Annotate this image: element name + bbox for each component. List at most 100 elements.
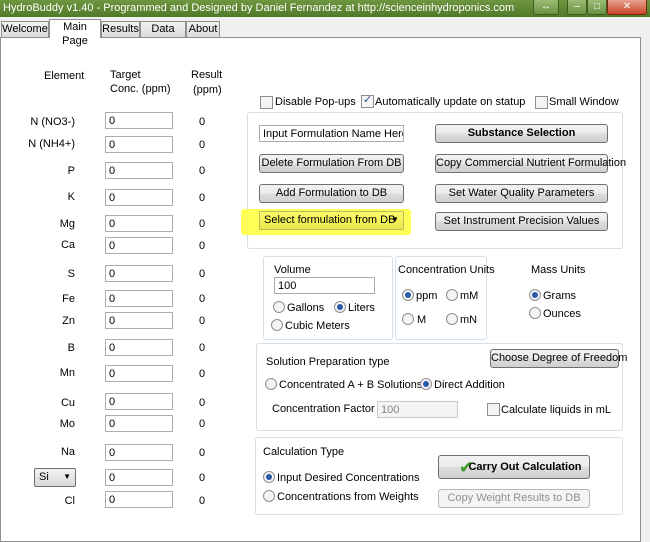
volume-input[interactable] [274, 277, 375, 294]
carry-out-calculation-label: Carry Out Calculation [468, 461, 582, 473]
direct-addition-radio[interactable] [420, 378, 432, 390]
target-input-mn[interactable] [105, 365, 173, 382]
target-input-ca[interactable] [105, 237, 173, 254]
small-window-checkbox[interactable] [535, 96, 548, 109]
result-value-mn: 0 [199, 368, 206, 380]
gallons-radio[interactable] [273, 301, 285, 313]
concentration-units-label: Concentration Units [398, 264, 495, 276]
target-input-na[interactable] [105, 444, 173, 461]
copy-weight-results-button[interactable]: Copy Weight Results to DB [438, 489, 590, 508]
target-input-s[interactable] [105, 265, 173, 282]
result-value-b: 0 [199, 342, 206, 354]
tab-welcome[interactable]: Welcome [1, 21, 49, 37]
element-label-mo: Mo [59, 418, 75, 430]
chevron-down-icon: ▼ [63, 472, 71, 481]
instrument-precision-button[interactable]: Set Instrument Precision Values [435, 212, 608, 231]
tab-strip: Welcome Main Page Results Data Log About [0, 17, 650, 49]
carry-out-calculation-button[interactable]: ✔ Carry Out Calculation [438, 455, 590, 479]
auto-update-checkbox[interactable]: ✓ [361, 94, 374, 108]
delete-formulation-button[interactable]: Delete Formulation From DB [259, 154, 404, 173]
formulation-select-value: Select formulation from DB [264, 214, 396, 226]
volume-label: Volume [274, 264, 311, 276]
auto-update-label: Automatically update on statup [375, 96, 526, 108]
radio-selected-dot [266, 474, 272, 480]
formulation-select[interactable]: Select formulation from DB ▼ [259, 211, 404, 230]
result-value-ca: 0 [199, 240, 206, 252]
checkmark-icon: ✓ [363, 94, 373, 106]
target-input-b[interactable] [105, 339, 173, 356]
element-label-k: K [67, 191, 75, 203]
water-quality-button[interactable]: Set Water Quality Parameters [435, 184, 608, 203]
target-input-n-no3[interactable] [105, 112, 173, 129]
result-value-fe: 0 [199, 293, 206, 305]
result-value-na: 0 [199, 447, 206, 459]
result-value-cu: 0 [199, 397, 206, 409]
element-label-cu: Cu [60, 397, 75, 409]
element-label-n-no3: N (NO3-) [30, 116, 75, 128]
tab-about[interactable]: About [186, 21, 220, 37]
result-value-s: 0 [199, 268, 206, 280]
mm-radio[interactable] [446, 289, 458, 301]
element-select-si[interactable]: Si ▼ [34, 468, 76, 487]
element-label-fe: Fe [62, 293, 75, 305]
concentrations-from-weights-radio[interactable] [263, 490, 275, 502]
close-button[interactable]: ✕ [607, 0, 647, 15]
target-input-mg[interactable] [105, 215, 173, 232]
result-value-mg: 0 [199, 218, 206, 230]
resize-button[interactable]: ↔ [533, 0, 559, 15]
element-label-b: B [67, 342, 75, 354]
result-value-mo: 0 [199, 418, 206, 430]
formulation-name-input[interactable] [259, 125, 404, 142]
result-value-p: 0 [199, 165, 206, 177]
target-input-zn[interactable] [105, 312, 173, 329]
element-label-s: S [67, 268, 75, 280]
concentrated-ab-radio[interactable] [265, 378, 277, 390]
element-select-value: Si [39, 471, 49, 483]
target-input-fe[interactable] [105, 290, 173, 307]
target-input-cu[interactable] [105, 393, 173, 410]
small-window-label: Small Window [549, 96, 619, 108]
tab-main-page[interactable]: Main Page [49, 19, 101, 47]
element-label-p: P [67, 165, 75, 177]
liquids-ml-checkbox[interactable] [487, 403, 500, 416]
ppm-label: ppm [416, 290, 438, 302]
liters-radio[interactable] [334, 301, 346, 313]
mn-radio[interactable] [446, 313, 458, 325]
result-value-n-nh4: 0 [199, 139, 206, 151]
ppm-radio[interactable] [402, 289, 414, 301]
molar-radio[interactable] [402, 313, 414, 325]
target-input-p[interactable] [105, 162, 173, 179]
minimize-icon: – [574, 1, 580, 12]
header-element: Element [44, 70, 85, 82]
copy-commercial-button[interactable]: Copy Commercial Nutrient Formulation [435, 154, 626, 173]
target-input-mo[interactable] [105, 415, 173, 432]
concentration-factor-input[interactable] [377, 401, 458, 418]
mn-label: mN [460, 314, 478, 326]
concentrated-ab-label: Concentrated A + B Solutions [279, 379, 423, 391]
element-label-zn: Zn [62, 315, 75, 327]
window-title: HydroBuddy v1.40 - Programmed and Design… [3, 2, 515, 14]
target-input-cl[interactable] [105, 491, 173, 508]
tab-results[interactable]: Results [101, 21, 140, 37]
target-input-k[interactable] [105, 189, 173, 206]
tab-data-log[interactable]: Data Log [140, 21, 186, 49]
substance-selection-button[interactable]: Substance Selection [435, 124, 608, 143]
disable-popups-checkbox[interactable] [260, 96, 273, 109]
element-label-mn: Mn [59, 367, 75, 379]
molar-label: M [417, 314, 427, 326]
add-formulation-button[interactable]: Add Formulation to DB [259, 184, 404, 203]
title-bar: HydroBuddy v1.40 - Programmed and Design… [0, 0, 650, 17]
element-label-n-nh4: N (NH4+) [28, 138, 75, 150]
target-input-si[interactable] [105, 469, 173, 486]
maximize-icon: □ [593, 1, 601, 12]
minimize-button[interactable]: – [567, 0, 587, 15]
ounces-radio[interactable] [529, 307, 541, 319]
radio-selected-dot [405, 292, 411, 298]
liquids-ml-label: Calculate liquids in mL [501, 404, 612, 416]
maximize-button[interactable]: □ [587, 0, 607, 15]
target-input-n-nh4[interactable] [105, 136, 173, 153]
grams-radio[interactable] [529, 289, 541, 301]
degree-of-freedom-button[interactable]: Choose Degree of Freedom [490, 349, 627, 368]
cubic-meters-radio[interactable] [271, 319, 283, 331]
desired-concentrations-radio[interactable] [263, 471, 275, 483]
